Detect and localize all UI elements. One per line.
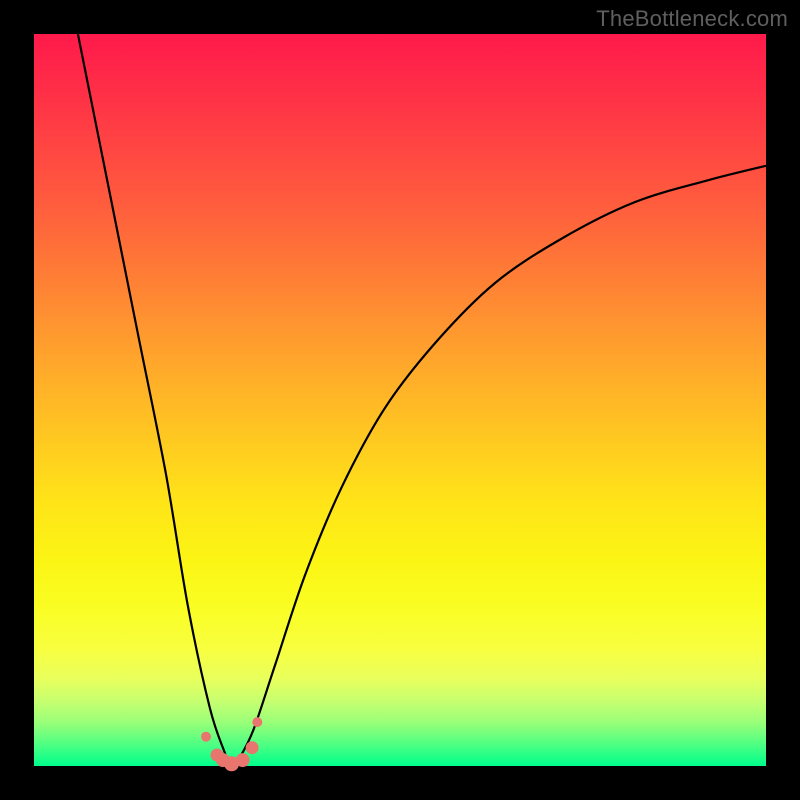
chart-plot-area [34, 34, 766, 766]
highlight-dot [201, 732, 211, 742]
highlight-dot [252, 717, 262, 727]
watermark-text: TheBottleneck.com [596, 6, 788, 32]
bottleneck-curve [78, 34, 766, 766]
highlight-dots-group [201, 717, 262, 771]
highlight-dot [246, 741, 259, 754]
highlight-dot [236, 753, 250, 767]
chart-svg [34, 34, 766, 766]
chart-frame: TheBottleneck.com [0, 0, 800, 800]
